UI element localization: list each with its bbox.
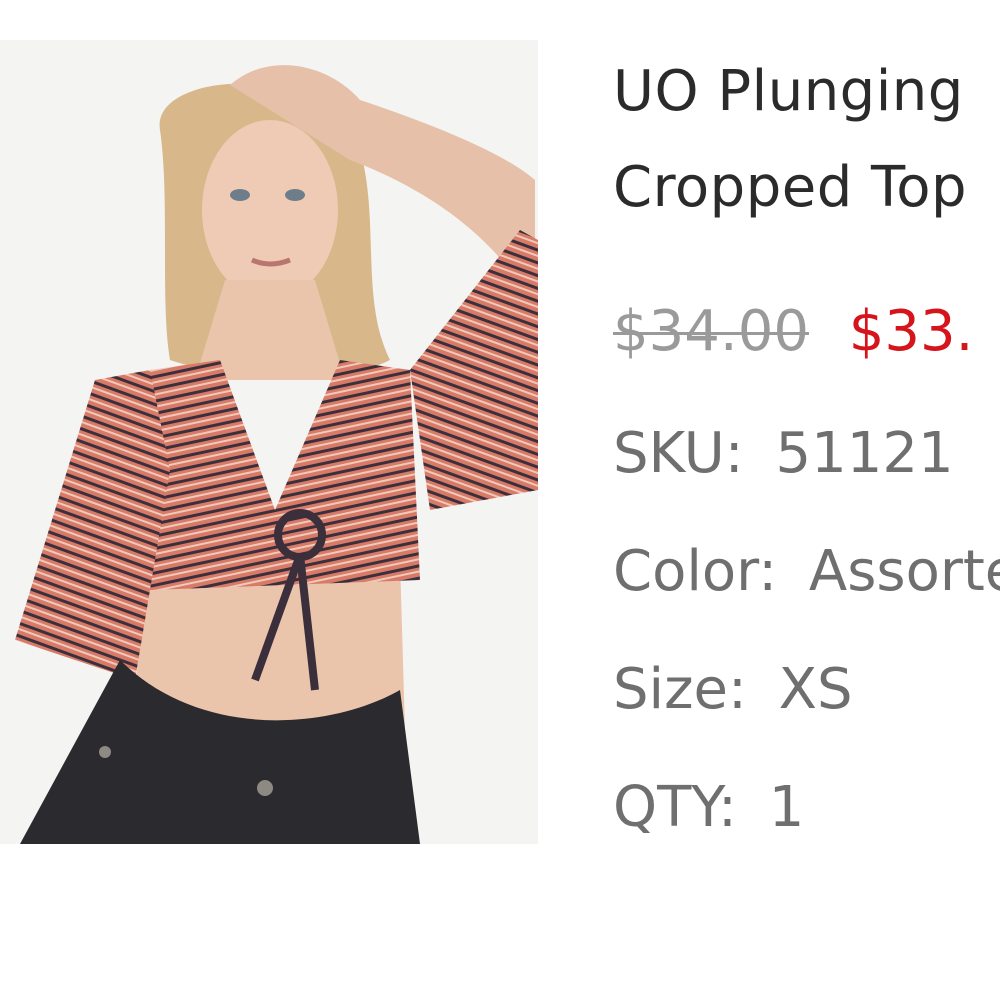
product-photo-illustration (0, 40, 538, 844)
sku-label: SKU: (613, 421, 744, 486)
size-label: Size: (613, 657, 747, 722)
qty-value: 1 (768, 775, 805, 838)
size-value: XS (778, 657, 853, 722)
color-label: Color: (613, 539, 778, 604)
product-details: UO Plunging Cropped Top $34.00 $33. SKU:… (613, 44, 1000, 838)
product-image[interactable] (0, 40, 538, 844)
sku-value: 51121 (775, 421, 954, 486)
qty-row: QTY: 1 (613, 778, 1000, 838)
product-title-line-2: Cropped Top (613, 155, 968, 220)
color-value: Assorted (808, 539, 1000, 604)
product-title-line-1: UO Plunging (613, 59, 964, 124)
size-row: Size: XS (613, 660, 1000, 720)
sku-row: SKU: 51121 (613, 424, 1000, 484)
qty-label: QTY: (613, 775, 737, 838)
color-row: Color: Assorted (613, 542, 1000, 602)
sale-price: $33. (848, 299, 974, 364)
product-detail-page: UO Plunging Cropped Top $34.00 $33. SKU:… (0, 0, 1000, 1000)
original-price: $34.00 (613, 299, 809, 364)
price-row: $34.00 $33. (613, 284, 1000, 380)
